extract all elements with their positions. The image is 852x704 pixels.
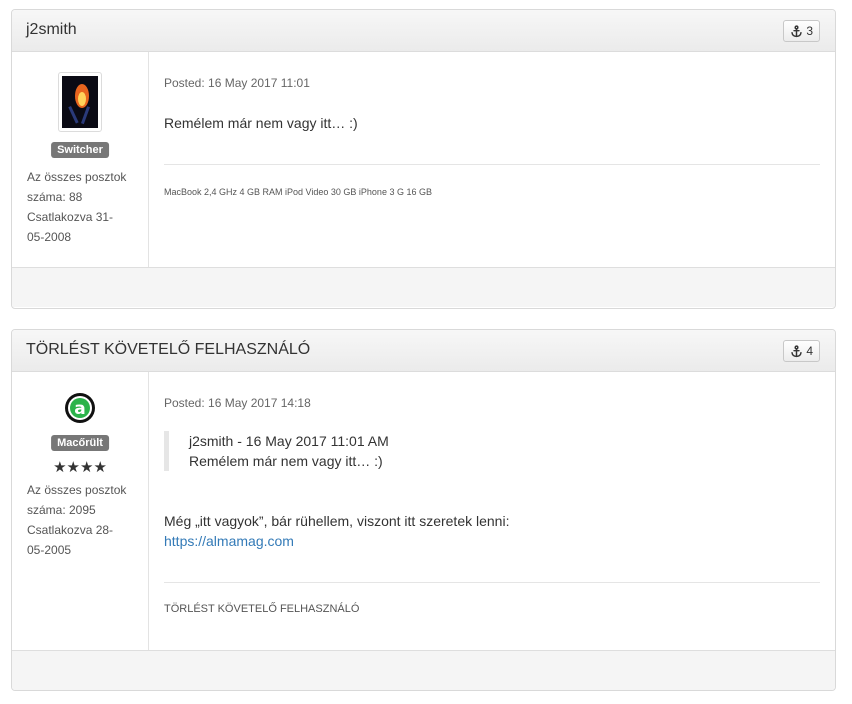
stats-line: 05-2005 bbox=[27, 543, 72, 557]
quote-text: Remélem már nem vagy itt… :) bbox=[189, 453, 383, 469]
signature-divider bbox=[164, 582, 820, 583]
user-sidebar: a Macőrült ★★★★ Az összes posztok száma:… bbox=[12, 372, 149, 650]
post-body: Switcher Az összes posztok száma: 88 Csa… bbox=[12, 52, 835, 267]
stats-line: Az összes posztok bbox=[27, 170, 127, 184]
post-1: j2smith 3 Switcher Az összes posztok szá… bbox=[11, 9, 836, 309]
anchor-count: 4 bbox=[806, 344, 813, 358]
quote-header: j2smith - 16 May 2017 11:01 AM bbox=[189, 433, 389, 449]
post-anchor-button[interactable]: 4 bbox=[783, 340, 820, 362]
post-footer bbox=[12, 650, 835, 690]
signature-divider bbox=[164, 164, 820, 165]
match-flame-avatar bbox=[62, 76, 98, 128]
rank-badge: Macőrült bbox=[51, 435, 109, 451]
stats-line: Csatlakozva 31- bbox=[27, 210, 114, 224]
post-anchor-button[interactable]: 3 bbox=[783, 20, 820, 42]
post-body: a Macőrült ★★★★ Az összes posztok száma:… bbox=[12, 372, 835, 650]
user-stats: Az összes posztok száma: 88 Csatlakozva … bbox=[27, 167, 135, 247]
post-signature: TÖRLÉST KÖVETELŐ FELHASZNÁLÓ bbox=[164, 603, 360, 615]
posted-date: Posted: 16 May 2017 11:01 bbox=[164, 76, 310, 90]
rank-badge: Switcher bbox=[51, 142, 109, 158]
stats-line: 05-2008 bbox=[27, 230, 72, 244]
post-header: j2smith 3 bbox=[12, 10, 835, 52]
rating-stars: ★★★★ bbox=[53, 459, 107, 476]
post-footer bbox=[12, 267, 835, 307]
user-sidebar: Switcher Az összes posztok száma: 88 Csa… bbox=[12, 52, 149, 267]
post-message-text: Még „itt vagyok”, bár rühellem, viszont … bbox=[164, 513, 510, 529]
post-message: Remélem már nem vagy itt… :) bbox=[164, 115, 358, 131]
avatar[interactable]: a bbox=[64, 392, 96, 424]
stats-line: Az összes posztok bbox=[27, 483, 127, 497]
post-link[interactable]: https://almamag.com bbox=[164, 533, 294, 549]
post-2: TÖRLÉST KÖVETELŐ FELHASZNÁLÓ 4 a Macőrül… bbox=[11, 329, 836, 691]
letter-a-avatar: a bbox=[65, 393, 95, 423]
post-author[interactable]: TÖRLÉST KÖVETELŐ FELHASZNÁLÓ bbox=[26, 341, 310, 359]
post-header: TÖRLÉST KÖVETELŐ FELHASZNÁLÓ 4 bbox=[12, 330, 835, 372]
user-stats: Az összes posztok száma: 2095 Csatlakozv… bbox=[27, 480, 135, 560]
avatar[interactable] bbox=[58, 72, 102, 132]
post-author[interactable]: j2smith bbox=[26, 21, 77, 39]
post-content: Posted: 16 May 2017 11:01 Remélem már ne… bbox=[149, 52, 835, 267]
anchor-icon bbox=[791, 344, 803, 357]
stats-line: Csatlakozva 28- bbox=[27, 523, 114, 537]
stats-line: száma: 88 bbox=[27, 190, 83, 204]
quote-block: j2smith - 16 May 2017 11:01 AM Remélem m… bbox=[164, 431, 564, 471]
svg-text:a: a bbox=[74, 399, 85, 419]
stats-line: száma: 2095 bbox=[27, 503, 96, 517]
anchor-count: 3 bbox=[806, 24, 813, 38]
posted-date: Posted: 16 May 2017 14:18 bbox=[164, 396, 311, 410]
anchor-icon bbox=[791, 24, 803, 37]
post-signature: MacBook 2,4 GHz 4 GB RAM iPod Video 30 G… bbox=[164, 187, 432, 197]
post-content: Posted: 16 May 2017 14:18 j2smith - 16 M… bbox=[149, 372, 835, 650]
post-message: Még „itt vagyok”, bár rühellem, viszont … bbox=[164, 511, 509, 551]
